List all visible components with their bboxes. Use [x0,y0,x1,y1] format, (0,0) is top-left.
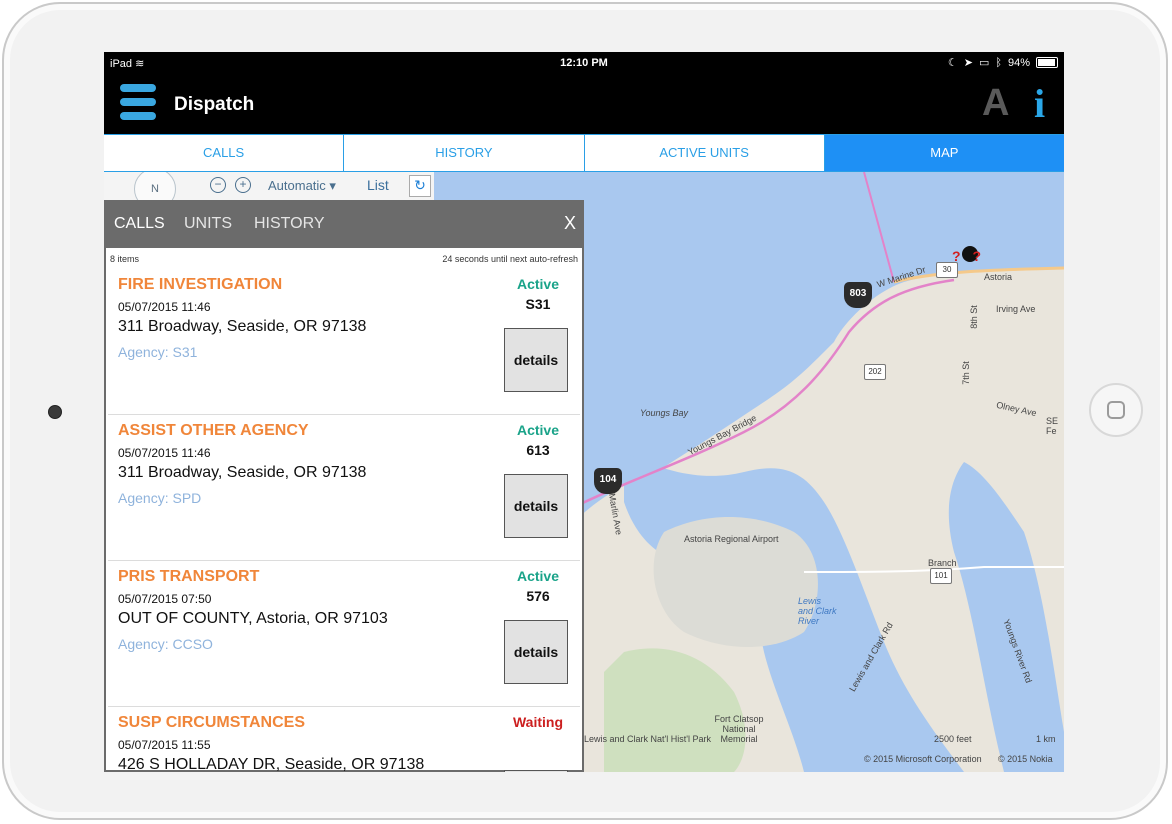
battery-icon [1036,57,1058,68]
zoom-out-button[interactable]: − [210,177,226,193]
panel-tab-calls[interactable]: CALLS [114,215,165,233]
details-button[interactable]: details [504,620,568,684]
refresh-note: 24 seconds until next auto-refresh [442,254,578,264]
menu-bar [120,98,156,106]
tab-calls[interactable]: CALLS [104,135,345,171]
panel-close-button[interactable]: X [564,213,576,234]
tab-history[interactable]: HISTORY [344,135,585,171]
bluetooth-icon: ᛒ [995,56,1002,69]
map-label-se-fe: SE Fe [1046,416,1059,436]
location-icon: ➤ [963,57,973,69]
call-unit: 613 [526,442,550,458]
call-unit: 576 [526,588,550,604]
call-status: Active [516,276,560,292]
screen: iPad ≋ 12:10 PM ☾ ➤ ▭ ᛒ 94% Dispatch A i… [104,52,1064,772]
call-list-item[interactable]: PRIS TRANSPORT 05/07/2015 07:50 OUT OF C… [108,560,580,707]
call-agency: Agency: S31 [118,344,198,360]
details-button[interactable]: details [504,474,568,538]
airplay-icon: ▭ [978,57,990,69]
unit-marker[interactable]: 803 [844,282,872,308]
tab-map[interactable]: MAP [824,135,1064,171]
call-type: ASSIST OTHER AGENCY [118,422,309,439]
map-scale-feet: 2500 feet [934,734,972,744]
map-label-airport: Astoria Regional Airport [684,534,779,544]
call-agency: Agency: SPD [118,490,202,506]
call-type: PRIS TRANSPORT [118,568,260,585]
panel-header: CALLS UNITS HISTORY X [104,200,584,248]
map-label-astoria: Astoria [984,272,1013,282]
moon-icon: ☾ [947,57,958,69]
call-address: 426 S HOLLADAY DR, Seaside, OR 97138 [118,756,425,772]
zoom-in-button[interactable]: + [235,177,251,193]
menu-bar [120,84,156,92]
call-list-item[interactable]: ASSIST OTHER AGENCY 05/07/2015 11:46 311… [108,414,580,561]
map-label-youngs-bay: Youngs Bay [640,408,689,418]
item-count: 8 items [110,254,140,264]
details-button[interactable] [504,770,568,772]
items-meta: 8 items 24 seconds until next auto-refre… [110,254,578,264]
status-right: ☾ ➤ ▭ ᛒ 94% [948,56,1058,69]
nav-bar: Dispatch A i [104,74,1064,134]
call-status: Active [516,422,560,438]
home-button-icon [1107,401,1125,419]
map-scale-km: 1 km [1036,734,1056,744]
home-button[interactable] [1089,383,1143,437]
battery-fill [1038,59,1055,66]
route-shield: 202 [864,364,886,380]
battery-percent: 94% [1007,56,1030,69]
font-size-button[interactable]: A [982,82,1009,125]
call-status: Active [516,568,560,584]
call-type: SUSP CIRCUMSTANCES [118,714,305,731]
map-copyright-ms: © 2015 Microsoft Corporation [864,754,982,764]
call-marker[interactable]: ?? [952,246,988,272]
main-tabs: CALLS HISTORY ACTIVE UNITS MAP [104,134,1064,172]
tab-active-units[interactable]: ACTIVE UNITS [584,135,825,171]
call-agency: Agency: CCSO [118,636,213,652]
info-button[interactable]: i [1034,80,1045,127]
map-style-dropdown[interactable]: Automatic ▾ [268,178,336,194]
panel-tab-history[interactable]: HISTORY [254,215,325,233]
map-toolbar: N − + Automatic ▾ List ↻ [104,172,434,210]
route-shield: 101 [930,568,952,584]
refresh-icon[interactable]: ↻ [409,175,431,197]
map-label-8th-st: 8th St [968,305,979,329]
call-address: 311 Broadway, Seaside, OR 97138 [118,318,367,335]
call-type: FIRE INVESTIGATION [118,276,283,293]
page-title: Dispatch [174,94,255,115]
details-button[interactable]: details [504,328,568,392]
map-label-irving-ave: Irving Ave [996,304,1036,314]
panel-tab-units[interactable]: UNITS [184,215,232,233]
call-list-item[interactable]: FIRE INVESTIGATION 05/07/2015 11:46 311 … [108,268,580,415]
menu-icon[interactable] [120,84,156,128]
map-label-lewis-clark-river: Lewis and Clark River [798,596,837,626]
map-copyright-nokia: © 2015 Nokia [998,754,1053,764]
map-label-7th-st: 7th St [960,361,971,385]
call-unit: S31 [525,296,551,312]
call-time: 05/07/2015 11:55 [118,738,211,752]
call-marker-label: ?? [952,248,994,264]
camera-icon [48,405,62,419]
unit-marker[interactable]: 104 [594,468,622,494]
list-button[interactable]: List [367,177,389,193]
call-time: 05/07/2015 11:46 [118,300,211,314]
call-time: 05/07/2015 11:46 [118,446,211,460]
map-label-branch: Branch [928,558,957,568]
call-status: Waiting [512,714,564,730]
call-address: OUT OF COUNTY, Astoria, OR 97103 [118,610,388,627]
call-time: 05/07/2015 07:50 [118,592,212,606]
status-bar: iPad ≋ 12:10 PM ☾ ➤ ▭ ᛒ 94% [104,52,1064,74]
map-label-nhp: Lewis and Clark Nat'l Hist'l Park [584,734,711,744]
call-list-item[interactable]: SUSP CIRCUMSTANCES 05/07/2015 11:55 426 … [108,706,580,772]
clock: 12:10 PM [560,57,608,69]
map-label-fort-clatsop: Fort Clatsop National Memorial [714,714,764,744]
call-address: 311 Broadway, Seaside, OR 97138 [118,464,367,481]
menu-bar [120,112,156,120]
